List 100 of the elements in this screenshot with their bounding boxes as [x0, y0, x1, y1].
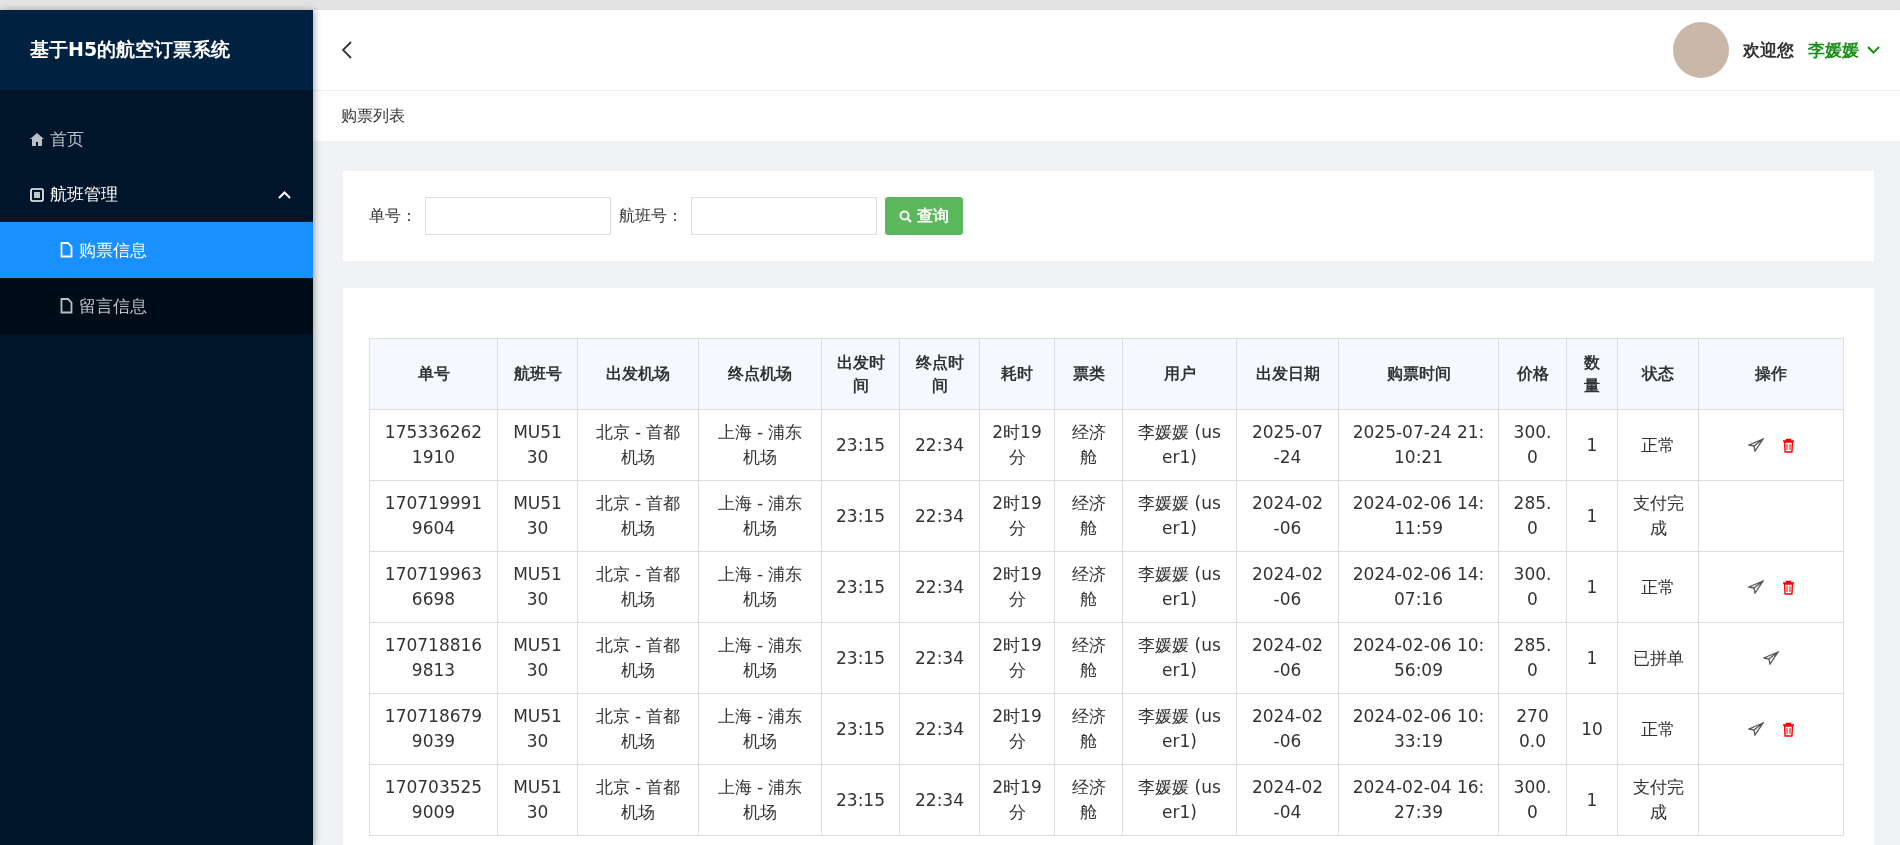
table-cell: 23:15	[821, 551, 900, 623]
table-cell: 285.0	[1498, 622, 1567, 694]
greeting: 欢迎您	[1743, 38, 1794, 62]
table-cell: 22:34	[899, 551, 980, 623]
table-cell: 李媛媛 (user1)	[1122, 622, 1237, 694]
paper-plane-icon[interactable]	[1747, 438, 1764, 452]
back-icon[interactable]	[341, 40, 353, 60]
table-cell: 北京 - 首都机场	[577, 764, 699, 836]
chevron-down-icon	[1867, 46, 1880, 54]
input-field[interactable]	[425, 197, 611, 235]
table-cell: 上海 - 浦东机场	[698, 480, 822, 552]
table-cell: MU5130	[497, 551, 578, 623]
table-cell: 上海 - 浦东机场	[698, 409, 822, 481]
trash-icon[interactable]	[1781, 579, 1795, 595]
table-cell: MU5130	[497, 693, 578, 765]
table-cell: 2024-02-06 14:07:16	[1338, 551, 1499, 623]
table-cell: 2700.0	[1498, 693, 1567, 765]
column-header: 用户	[1122, 338, 1237, 410]
column-header: 票类	[1054, 338, 1123, 410]
table-cell: 上海 - 浦东机场	[698, 693, 822, 765]
table-cell: 支付完成	[1617, 764, 1699, 836]
table-cell: 北京 - 首都机场	[577, 480, 699, 552]
paper-plane-icon[interactable]	[1747, 722, 1764, 736]
document-icon	[60, 242, 73, 258]
table-cell: 23:15	[821, 622, 900, 694]
column-header: 数量	[1566, 338, 1618, 410]
table-cell: 22:34	[899, 693, 980, 765]
table-cell: 22:34	[899, 409, 980, 481]
table-cell: 1	[1566, 551, 1618, 623]
table-cell: 正常	[1617, 551, 1699, 623]
table-cell: 23:15	[821, 480, 900, 552]
column-header: 出发机场	[577, 338, 699, 410]
table-cell: 23:15	[821, 409, 900, 481]
input-field[interactable]	[691, 197, 877, 235]
table-cell: 2024-02-04	[1236, 764, 1339, 836]
sidebar-group[interactable]: 航班管理	[0, 167, 313, 222]
table-cell: 2时19分	[979, 764, 1055, 836]
column-header: 终点机场	[698, 338, 822, 410]
table-cell: 2024-02-06 10:56:09	[1338, 622, 1499, 694]
user-menu[interactable]: 李媛媛	[1808, 38, 1880, 62]
trash-icon[interactable]	[1781, 437, 1795, 453]
table-cell: 10	[1566, 693, 1618, 765]
list-icon	[30, 187, 44, 202]
table-cell: 285.0	[1498, 480, 1567, 552]
table-cell: 李媛媛 (user1)	[1122, 551, 1237, 623]
paper-plane-icon[interactable]	[1747, 580, 1764, 594]
app-title: 基于H5的航空订票系统	[0, 10, 313, 90]
table-cell: 1707199636698	[369, 551, 498, 623]
table-cell: 22:34	[899, 764, 980, 836]
table-cell: 1753362621910	[369, 409, 498, 481]
search-icon	[899, 209, 912, 223]
table-cell: 李媛媛 (user1)	[1122, 764, 1237, 836]
sidebar-item[interactable]: 首页	[0, 112, 313, 167]
table-cell: 1707186799039	[369, 693, 498, 765]
table-cell: 300.0	[1498, 551, 1567, 623]
home-icon	[30, 133, 44, 146]
table-cell: 23:15	[821, 764, 900, 836]
table-cell: 北京 - 首都机场	[577, 693, 699, 765]
column-header: 单号	[369, 338, 498, 410]
table-cell: 300.0	[1498, 764, 1567, 836]
table-cell: 2024-02-04 16:27:39	[1338, 764, 1499, 836]
table-cell: 正常	[1617, 409, 1699, 481]
field-label: 航班号：	[619, 205, 683, 227]
column-header: 航班号	[497, 338, 578, 410]
table-cell: 经济舱	[1054, 480, 1123, 552]
trash-icon[interactable]	[1781, 721, 1795, 737]
table-cell: 300.0	[1498, 409, 1567, 481]
column-header: 终点时间	[899, 338, 980, 410]
table-cell: 上海 - 浦东机场	[698, 622, 822, 694]
chevron-up-icon	[278, 190, 291, 199]
avatar	[1673, 22, 1729, 78]
table-cell: 经济舱	[1054, 409, 1123, 481]
table-cell: 2024-02-06 14:11:59	[1338, 480, 1499, 552]
sidebar-item[interactable]: 留言信息	[0, 278, 313, 334]
table-cell: 已拼单	[1617, 622, 1699, 694]
table-cell: 1	[1566, 409, 1618, 481]
table-cell: 经济舱	[1054, 764, 1123, 836]
column-header: 出发时间	[821, 338, 900, 410]
paper-plane-icon[interactable]	[1763, 651, 1779, 665]
table-cell: MU5130	[497, 622, 578, 694]
table-cell: 22:34	[899, 480, 980, 552]
table-cell: 2024-02-06	[1236, 480, 1339, 552]
table-cell: 2时19分	[979, 480, 1055, 552]
column-header: 价格	[1498, 338, 1567, 410]
table-cell: 2025-07-24 21:10:21	[1338, 409, 1499, 481]
table-cell: 北京 - 首都机场	[577, 551, 699, 623]
table-cell: 2024-02-06	[1236, 622, 1339, 694]
table-cell: 1707188169813	[369, 622, 498, 694]
table-cell: 李媛媛 (user1)	[1122, 480, 1237, 552]
column-header: 操作	[1698, 338, 1844, 410]
table-cell: 北京 - 首都机场	[577, 622, 699, 694]
table-cell: 2时19分	[979, 693, 1055, 765]
document-icon	[60, 298, 73, 314]
table-cell: 2时19分	[979, 622, 1055, 694]
table-cell: MU5130	[497, 409, 578, 481]
breadcrumb: 购票列表	[341, 105, 405, 127]
table-cell: 上海 - 浦东机场	[698, 764, 822, 836]
column-header: 状态	[1617, 338, 1699, 410]
column-header: 耗时	[979, 338, 1055, 410]
table-cell: 经济舱	[1054, 622, 1123, 694]
